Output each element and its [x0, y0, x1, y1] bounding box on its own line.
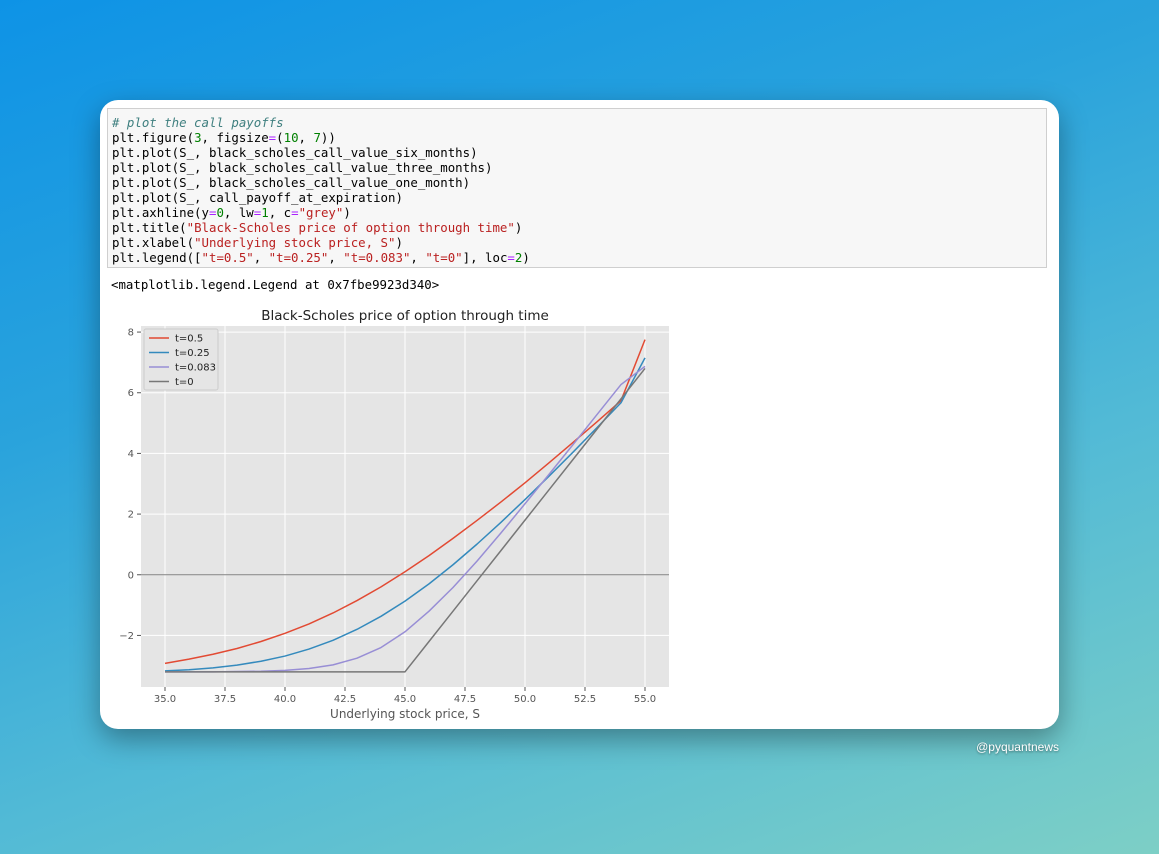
x-tick-label: 42.5: [334, 694, 356, 705]
watermark: @pyquantnews: [976, 740, 1059, 754]
legend-label: t=0.083: [175, 363, 216, 374]
x-tick-label: 52.5: [574, 694, 596, 705]
x-tick-label: 45.0: [394, 694, 416, 705]
y-tick-label: −2: [119, 631, 134, 642]
chart-title: Black-Scholes price of option through ti…: [261, 308, 549, 324]
legend-label: t=0: [175, 377, 194, 388]
x-tick-label: 50.0: [514, 694, 536, 705]
notebook-card: # plot the call payoffs plt.figure(3, fig…: [100, 100, 1059, 729]
x-tick-label: 55.0: [634, 694, 656, 705]
legend-label: t=0.25: [175, 348, 210, 359]
y-tick-label: 4: [128, 449, 134, 460]
x-tick-label: 40.0: [274, 694, 296, 705]
x-axis-label: Underlying stock price, S: [330, 707, 480, 721]
legend-label: t=0.5: [175, 334, 203, 345]
x-tick-label: 47.5: [454, 694, 476, 705]
x-tick-label: 35.0: [154, 694, 176, 705]
y-tick-label: 0: [128, 570, 134, 581]
y-tick-label: 6: [128, 388, 134, 399]
line-chart: 35.0 37.5 40.0 42.5 45.0 47.5 50.0 52.5 55.0 −2 0 2…: [119, 308, 669, 721]
y-tick-label: 2: [128, 510, 134, 521]
x-tick-label: 37.5: [214, 694, 236, 705]
y-tick-label: 8: [128, 328, 134, 339]
